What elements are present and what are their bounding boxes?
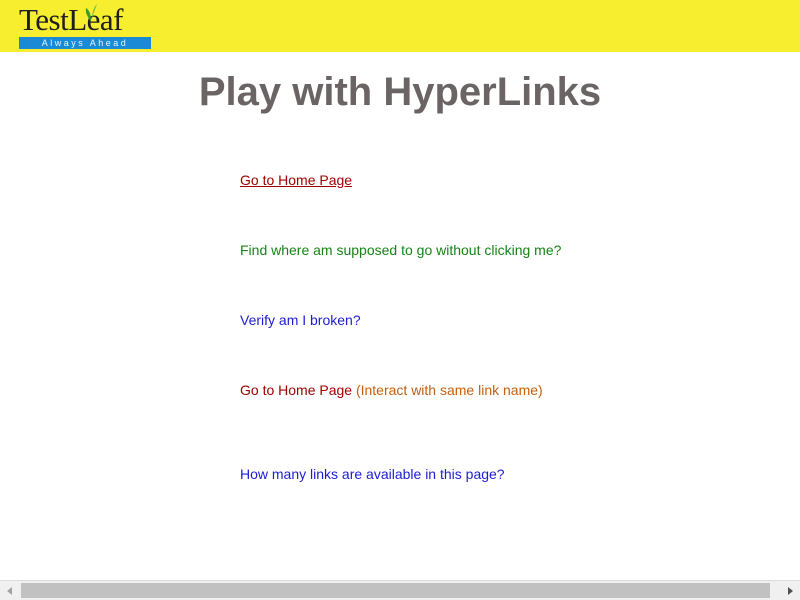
arrow-right-icon	[788, 586, 793, 595]
horizontal-scrollbar[interactable]	[0, 580, 800, 600]
scroll-right-button[interactable]	[780, 581, 800, 600]
same-name-note: (Interact with same link name)	[355, 382, 543, 398]
scrollbar-thumb[interactable]	[21, 583, 770, 598]
page-title: Play with HyperLinks	[198, 70, 602, 114]
go-to-home-page-link[interactable]: Go to Home Page	[240, 172, 352, 188]
home-link-row: Go to Home Page	[240, 171, 352, 189]
arrow-left-icon	[7, 586, 12, 595]
site-header: TestLeaf Always Ahead	[0, 0, 800, 52]
broken-link[interactable]: Verify am I broken?	[240, 312, 361, 328]
link-count-row: How many links are available in this pag…	[240, 465, 505, 483]
go-to-home-page-link-duplicate[interactable]: Go to Home Page	[240, 382, 352, 398]
broken-link-row: Verify am I broken?	[240, 311, 361, 329]
find-destination-link[interactable]: Find where am supposed to go without cli…	[240, 242, 561, 258]
scroll-left-button[interactable]	[0, 581, 20, 600]
where-to-go-row: Find where am supposed to go without cli…	[240, 241, 561, 259]
same-name-link-row: Go to Home Page (Interact with same link…	[240, 381, 543, 399]
logo-tagline: Always Ahead	[19, 37, 151, 49]
testleaf-logo[interactable]: TestLeaf Always Ahead	[19, 3, 151, 49]
leaf-icon	[85, 4, 97, 23]
how-many-links-link[interactable]: How many links are available in this pag…	[240, 466, 505, 482]
